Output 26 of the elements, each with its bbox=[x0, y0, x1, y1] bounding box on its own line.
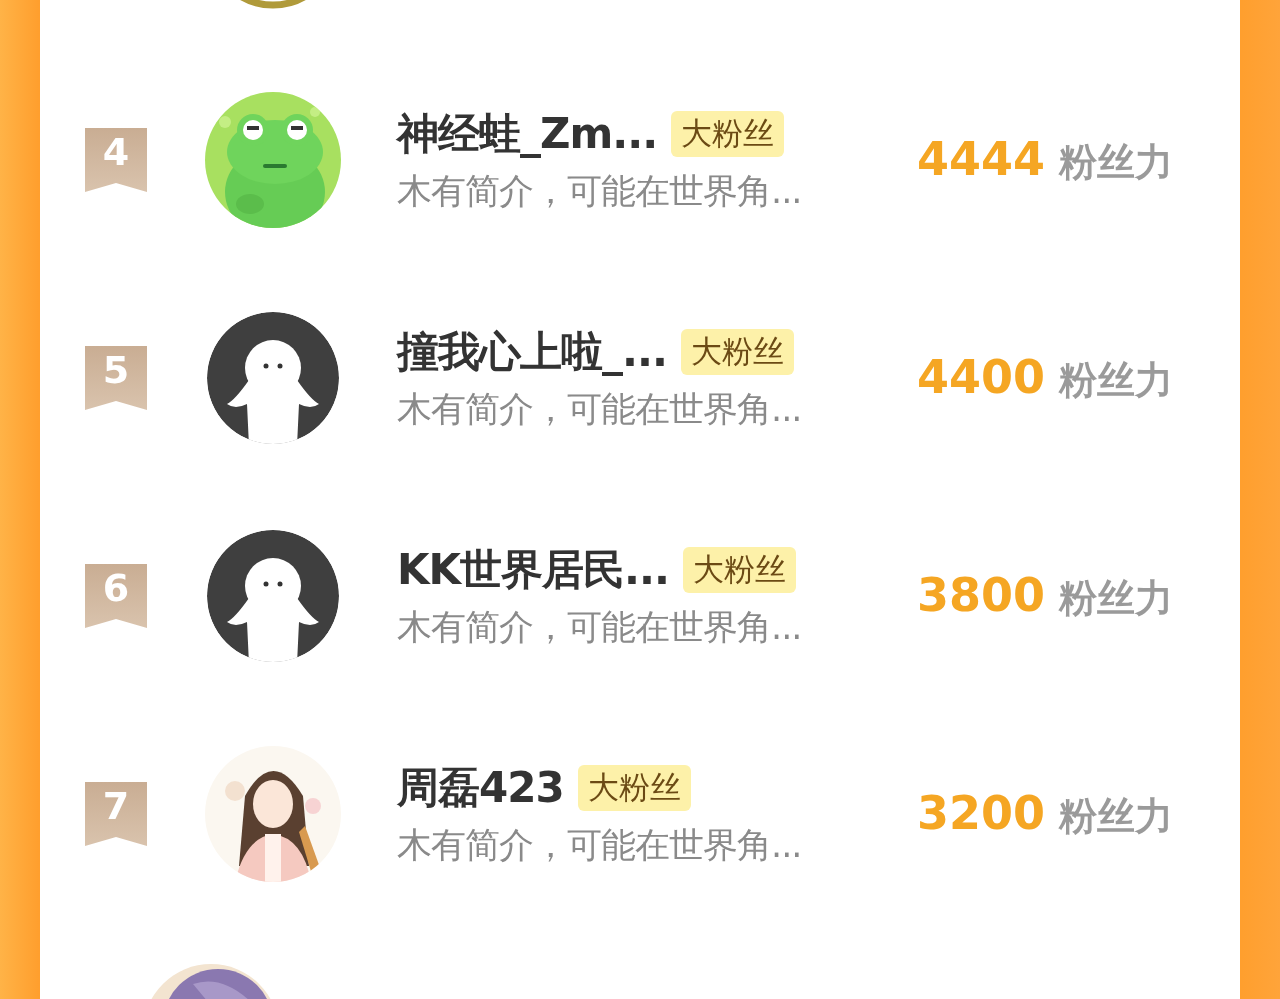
score-unit: 粉丝力 bbox=[1059, 357, 1174, 404]
rank-ribbon: 4 bbox=[85, 128, 147, 192]
user-intro: 木有简介，可能在世界角... bbox=[397, 387, 803, 431]
user-intro: 木有简介，可能在世界角... bbox=[397, 823, 803, 867]
user-name: KK世界居民... bbox=[397, 543, 669, 596]
fan-level-badge: 大粉丝 bbox=[577, 764, 691, 811]
user-name: 撞我心上啦_... bbox=[397, 325, 667, 378]
user-name: 神经蛙_Zm... bbox=[397, 107, 658, 160]
fan-score: 3200 bbox=[917, 786, 1046, 840]
score-unit: 粉丝力 bbox=[1059, 139, 1174, 186]
fan-score: 3800 bbox=[917, 568, 1046, 622]
fan-level-badge: 大粉丝 bbox=[682, 546, 796, 593]
fan-score: 4444 bbox=[917, 132, 1046, 186]
score-unit: 粉丝力 bbox=[1059, 575, 1174, 622]
fan-score: 4400 bbox=[917, 350, 1046, 404]
rank-ribbon: 7 bbox=[85, 782, 147, 846]
score-unit: 粉丝力 bbox=[1059, 793, 1174, 840]
fan-level-badge: 大粉丝 bbox=[680, 328, 794, 375]
rank-ribbon: 6 bbox=[85, 564, 147, 628]
rank-ribbon: 5 bbox=[85, 346, 147, 410]
user-name: 周磊423 bbox=[397, 761, 564, 814]
user-intro: 木有简介，可能在世界角... bbox=[397, 605, 803, 649]
fan-level-badge: 大粉丝 bbox=[671, 110, 785, 157]
user-intro: 木有简介，可能在世界角... bbox=[397, 169, 803, 213]
default-avatar-icon bbox=[205, 528, 341, 664]
default-avatar-icon bbox=[205, 310, 341, 446]
